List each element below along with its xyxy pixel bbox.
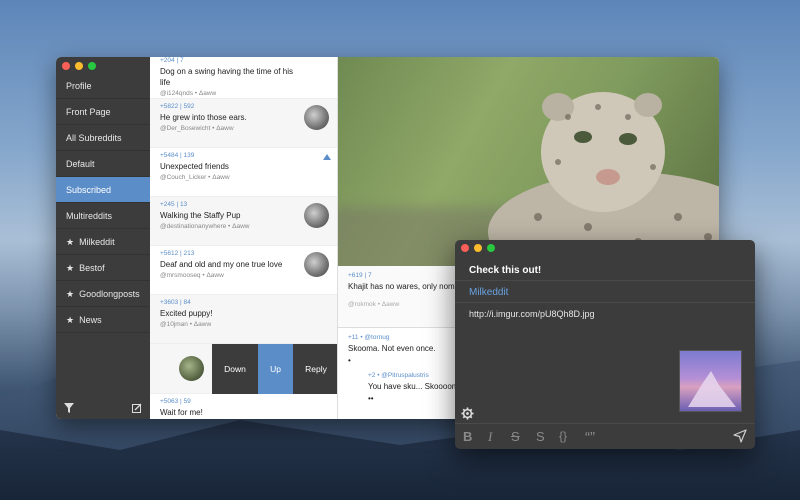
swipe-actions-row: Down Up Reply [150, 344, 337, 394]
list-item[interactable]: +204 | 7 Dog on a swing having the time … [150, 57, 337, 99]
post-thumbnail[interactable] [304, 203, 329, 228]
post-author: @Couch_Licker • Δaww [160, 174, 230, 181]
sidebar-item-default[interactable]: Default [56, 151, 150, 177]
post-image[interactable] [338, 57, 719, 266]
sidebar-item-milkeddit[interactable]: ★ Milkeddit [56, 229, 150, 255]
post-thumbnail[interactable] [304, 105, 329, 130]
star-icon: ★ [66, 237, 75, 247]
snow-leopard-image [488, 92, 719, 266]
sidebar-item-all-subreddits[interactable]: All Subreddits [56, 125, 150, 151]
sidebar-item-front-page[interactable]: Front Page [56, 99, 150, 125]
post-author: @i124qnds • Δaww [160, 90, 217, 97]
post-title: Deaf and old and my one true love [160, 260, 283, 269]
strikethrough-button[interactable]: S [511, 429, 520, 444]
list-item[interactable]: +5612 | 213 Deaf and old and my one true… [150, 246, 337, 295]
post-list: +204 | 7 Dog on a swing having the time … [150, 57, 338, 419]
compose-window: Check this out! Milkeddit http://i.imgur… [455, 240, 755, 449]
window-controls [461, 244, 495, 252]
filter-icon[interactable] [64, 403, 74, 413]
list-item[interactable]: +245 | 13 Walking the Staffy Pup @destin… [150, 197, 337, 246]
star-icon: ★ [66, 289, 75, 299]
window-controls [62, 62, 96, 70]
compose-subreddit-field[interactable]: Milkeddit [469, 287, 508, 298]
post-score: +3603 | 84 [160, 299, 191, 306]
upvote-button[interactable]: Up [258, 344, 293, 394]
format-toolbar: B I S S {} “” [455, 423, 755, 449]
post-author: @mrsmooseq • Δaww [160, 272, 224, 279]
bold-button[interactable]: B [463, 429, 472, 444]
send-icon[interactable] [733, 429, 747, 443]
post-author: @Der_Bosewicht • Δaww [160, 125, 234, 132]
divider [455, 280, 755, 281]
compose-title-field[interactable]: Check this out! [469, 265, 541, 276]
downvote-button[interactable]: Down [212, 344, 258, 394]
sidebar-item-news[interactable]: ★ News [56, 307, 150, 333]
post-thumbnail[interactable] [304, 252, 329, 277]
reply-button[interactable]: Reply [293, 344, 337, 394]
close-button[interactable] [461, 244, 469, 252]
post-title: Dog on a swing having the time of his li… [160, 67, 293, 87]
italic-button[interactable]: I [488, 429, 492, 445]
quote-button[interactable]: “” [585, 429, 595, 446]
sidebar-item-subscribed[interactable]: Subscribed [56, 177, 150, 203]
list-item[interactable]: +5063 | 59 Wait for me! [150, 394, 337, 419]
minimize-button[interactable] [474, 244, 482, 252]
list-item[interactable]: +5484 | 139 Unexpected friends @Couch_Li… [150, 148, 337, 197]
post-title: He grew into those ears. [160, 113, 247, 122]
close-button[interactable] [62, 62, 70, 70]
list-item[interactable]: +3603 | 84 Excited puppy! @10jman • Δaww [150, 295, 337, 344]
sidebar: Profile Front Page All Subreddits Defaul… [56, 57, 150, 419]
sidebar-item-bestof[interactable]: ★ Bestof [56, 255, 150, 281]
post-score: +204 | 7 [160, 57, 184, 64]
post-title: Wait for me! [160, 408, 203, 417]
zoom-button[interactable] [88, 62, 96, 70]
compose-icon[interactable] [132, 403, 142, 413]
list-item[interactable]: +5822 | 592 He grew into those ears. @De… [150, 99, 337, 148]
sidebar-nav: Profile Front Page All Subreddits Defaul… [56, 73, 150, 333]
minimize-button[interactable] [75, 62, 83, 70]
post-title: Walking the Staffy Pup [160, 211, 241, 220]
divider [455, 302, 755, 303]
sidebar-item-goodlongposts[interactable]: ★ Goodlongposts [56, 281, 150, 307]
code-button[interactable]: {} [559, 429, 567, 443]
post-score: +5612 | 213 [160, 250, 195, 257]
star-icon: ★ [66, 263, 75, 273]
post-score: +5484 | 139 [160, 152, 195, 159]
post-title: Excited puppy! [160, 309, 213, 318]
compose-body-field[interactable]: http://i.imgur.com/pU8Qh8D.jpg [469, 309, 595, 319]
post-author: @10jman • Δaww [160, 321, 212, 328]
superscript-button[interactable]: S [536, 429, 545, 444]
post-score: +5063 | 59 [160, 398, 191, 405]
post-thumbnail[interactable] [179, 356, 204, 381]
sidebar-item-multireddits[interactable]: Multireddits [56, 203, 150, 229]
image-peak [688, 371, 736, 407]
upvoted-icon [323, 154, 331, 160]
zoom-button[interactable] [487, 244, 495, 252]
post-author: @destinationanywhere • Δaww [160, 223, 250, 230]
attached-image[interactable] [679, 350, 742, 412]
post-title: Unexpected friends [160, 162, 229, 171]
sidebar-footer [56, 399, 150, 419]
sidebar-item-profile[interactable]: Profile [56, 73, 150, 99]
gear-icon[interactable] [461, 407, 474, 420]
star-icon: ★ [66, 315, 75, 325]
post-score: +5822 | 592 [160, 103, 195, 110]
post-score: +245 | 13 [160, 201, 188, 208]
